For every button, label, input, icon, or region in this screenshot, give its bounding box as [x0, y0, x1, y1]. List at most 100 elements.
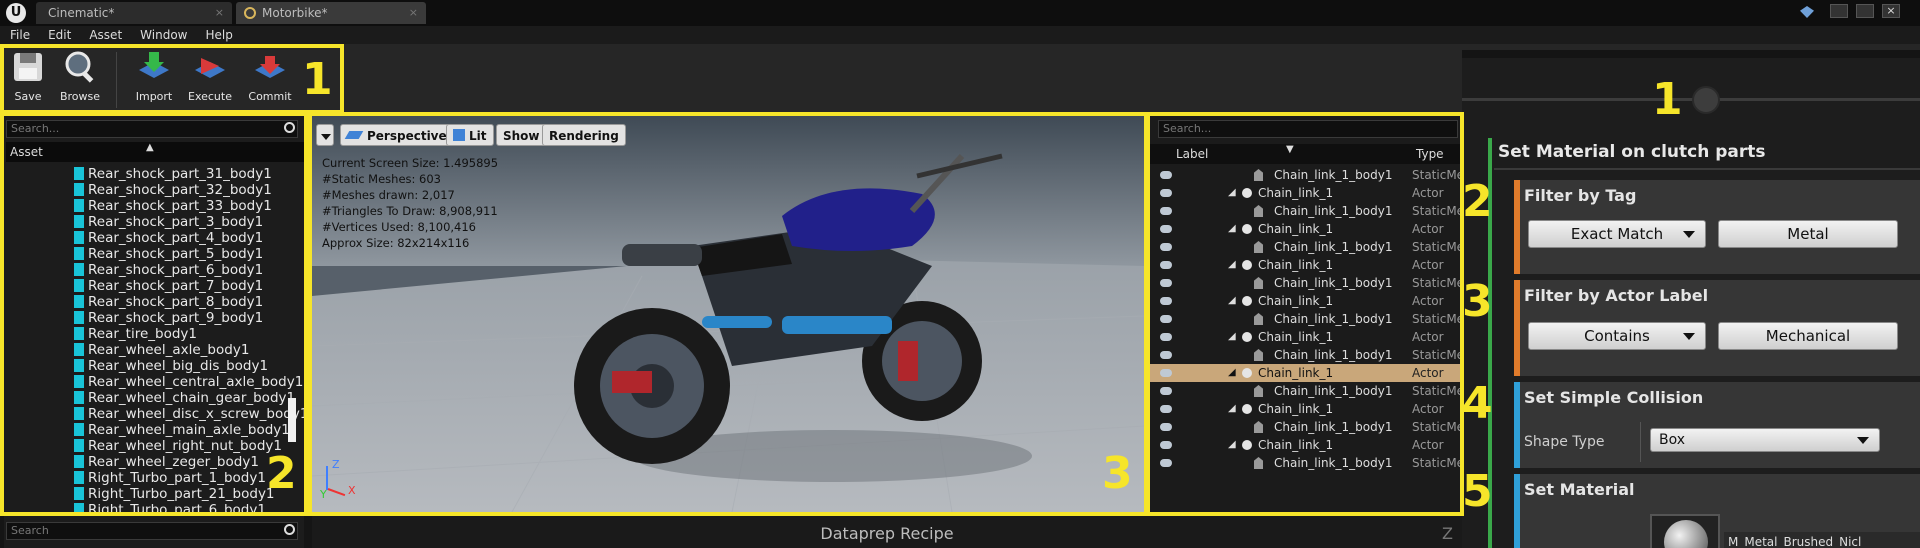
perspective-button[interactable]: Perspective: [340, 124, 454, 146]
save-button[interactable]: Save: [2, 50, 54, 110]
asset-list-item[interactable]: Rear_shock_part_32_body1: [74, 182, 272, 198]
visibility-eye-icon[interactable]: [1160, 189, 1172, 197]
outliner-row[interactable]: ◢ Chain_link_1 Actor: [1150, 220, 1460, 238]
recipe-timeline-knob[interactable]: [1692, 86, 1720, 114]
material-value-field[interactable]: M_Metal_Brushed_Nicl: [1724, 532, 1920, 548]
outliner-row[interactable]: Chain_link_1_body1 StaticMe: [1150, 166, 1460, 184]
tag-value-field[interactable]: Metal: [1718, 220, 1898, 248]
expand-arrow-icon[interactable]: ◢: [1228, 400, 1236, 418]
outliner-row[interactable]: Chain_link_1_body1 StaticMe: [1150, 238, 1460, 256]
scrollbar-thumb[interactable]: [288, 398, 296, 442]
outliner-row[interactable]: Chain_link_1_body1 StaticMe: [1150, 274, 1460, 292]
maximize-icon[interactable]: [1856, 4, 1874, 18]
shape-type-dropdown[interactable]: Box: [1650, 428, 1880, 452]
visibility-eye-icon[interactable]: [1160, 351, 1172, 359]
visibility-eye-icon[interactable]: [1160, 423, 1172, 431]
outliner-row[interactable]: Chain_link_1_body1 StaticMe: [1150, 454, 1460, 472]
asset-list-item[interactable]: Rear_shock_part_6_body1: [74, 262, 263, 278]
outliner-row[interactable]: ◢ Chain_link_1 Actor: [1150, 184, 1460, 202]
visibility-eye-icon[interactable]: [1160, 405, 1172, 413]
visibility-eye-icon[interactable]: [1160, 279, 1172, 287]
expand-arrow-icon[interactable]: ◢: [1228, 364, 1236, 382]
scene-search-input[interactable]: Search: [6, 522, 298, 540]
label-column-header[interactable]: Label: [1176, 144, 1208, 164]
show-button[interactable]: Show: [496, 124, 547, 146]
viewport-options-button[interactable]: [316, 124, 334, 146]
expand-arrow-icon[interactable]: ◢: [1228, 220, 1236, 238]
asset-list-item[interactable]: Rear_wheel_axle_body1: [74, 342, 249, 358]
outliner-row[interactable]: Chain_link_1_body1 StaticMe: [1150, 310, 1460, 328]
asset-list-item[interactable]: Right_Turbo_part_1_body1: [74, 470, 266, 486]
asset-list-item[interactable]: Rear_tire_body1: [74, 326, 197, 342]
expand-arrow-icon[interactable]: ◢: [1228, 328, 1236, 346]
visibility-eye-icon[interactable]: [1160, 207, 1172, 215]
browse-button[interactable]: Browse: [54, 50, 106, 110]
visibility-eye-icon[interactable]: [1160, 387, 1172, 395]
asset-list-item[interactable]: Rear_shock_part_33_body1: [74, 198, 272, 214]
menu-asset[interactable]: Asset: [89, 26, 122, 44]
visibility-eye-icon[interactable]: [1160, 261, 1172, 269]
outliner-row[interactable]: Chain_link_1_body1 StaticMe: [1150, 202, 1460, 220]
lit-button[interactable]: Lit: [446, 124, 494, 146]
window-close-icon[interactable]: ×: [1882, 4, 1900, 18]
commit-button[interactable]: Commit: [244, 50, 296, 110]
asset-list-item[interactable]: Rear_wheel_central_axle_body1: [74, 374, 303, 390]
label-value-field[interactable]: Mechanical: [1718, 322, 1898, 350]
visibility-eye-icon[interactable]: [1160, 459, 1172, 467]
import-button[interactable]: Import: [128, 50, 180, 110]
visibility-eye-icon[interactable]: [1160, 315, 1172, 323]
asset-list-item[interactable]: Rear_wheel_big_dis_body1: [74, 358, 268, 374]
minimize-icon[interactable]: [1830, 4, 1848, 18]
asset-list-item[interactable]: Rear_wheel_right_nut_body1: [74, 438, 282, 454]
outliner-search-input[interactable]: Search...: [1158, 120, 1458, 138]
tag-match-dropdown[interactable]: Exact Match: [1528, 220, 1706, 248]
visibility-eye-icon[interactable]: [1160, 333, 1172, 341]
asset-list-item[interactable]: Rear_wheel_zeger_body1: [74, 454, 259, 470]
outliner-row[interactable]: Chain_link_1_body1 StaticMe: [1150, 382, 1460, 400]
expand-arrow-icon[interactable]: ◢: [1228, 436, 1236, 454]
asset-column-header[interactable]: Asset ▲: [6, 142, 304, 162]
asset-list-item[interactable]: Rear_wheel_chain_gear_body1: [74, 390, 295, 406]
rendering-button[interactable]: Rendering: [542, 124, 626, 146]
outliner-row[interactable]: ◢ Chain_link_1 Actor: [1150, 436, 1460, 454]
tab-cinematic[interactable]: Cinematic* ×: [36, 2, 232, 24]
menu-file[interactable]: File: [10, 26, 30, 44]
expand-arrow-icon[interactable]: ◢: [1228, 292, 1236, 310]
material-thumbnail[interactable]: [1650, 514, 1720, 548]
outliner-row[interactable]: Chain_link_1_body1 StaticMe: [1150, 418, 1460, 436]
outliner-row[interactable]: Chain_link_1_body1 StaticMe: [1150, 346, 1460, 364]
asset-list-item[interactable]: Right_Turbo_part_21_body1: [74, 486, 275, 502]
outliner-row[interactable]: ◢ Chain_link_1 Actor: [1150, 328, 1460, 346]
expand-arrow-icon[interactable]: ◢: [1228, 256, 1236, 274]
menu-help[interactable]: Help: [205, 26, 232, 44]
asset-list-item[interactable]: Rear_wheel_main_axle_body1: [74, 422, 290, 438]
execute-button[interactable]: Execute: [184, 50, 236, 110]
label-match-dropdown[interactable]: Contains: [1528, 322, 1706, 350]
visibility-eye-icon[interactable]: [1160, 369, 1172, 377]
outliner-row[interactable]: ◢ Chain_link_1 Actor: [1150, 400, 1460, 418]
visibility-eye-icon[interactable]: [1160, 297, 1172, 305]
outliner-row[interactable]: ◢ Chain_link_1 Actor: [1150, 364, 1460, 382]
asset-list-item[interactable]: Rear_shock_part_9_body1: [74, 310, 263, 326]
expand-arrow-icon[interactable]: ◢: [1228, 184, 1236, 202]
menu-edit[interactable]: Edit: [48, 26, 71, 44]
unreal-logo-icon[interactable]: U: [6, 3, 26, 23]
asset-list-item[interactable]: Rear_shock_part_31_body1: [74, 166, 272, 182]
asset-list-item[interactable]: Rear_shock_part_5_body1: [74, 246, 263, 262]
visibility-eye-icon[interactable]: [1160, 243, 1172, 251]
tab-motorbike[interactable]: Motorbike* ×: [236, 2, 426, 24]
asset-list-item[interactable]: Rear_shock_part_4_body1: [74, 230, 263, 246]
outliner-row[interactable]: ◢ Chain_link_1 Actor: [1150, 256, 1460, 274]
asset-list-item[interactable]: Rear_shock_part_3_body1: [74, 214, 263, 230]
asset-list-item[interactable]: Rear_wheel_disc_x_screw_body1: [74, 406, 308, 422]
close-icon[interactable]: ×: [409, 2, 418, 24]
visibility-eye-icon[interactable]: [1160, 225, 1172, 233]
notification-icon[interactable]: [1800, 6, 1814, 18]
3d-viewport[interactable]: Perspective Lit Show Rendering Current S…: [312, 116, 1144, 512]
asset-list-item[interactable]: Rear_shock_part_8_body1: [74, 294, 263, 310]
visibility-eye-icon[interactable]: [1160, 171, 1172, 179]
outliner-row[interactable]: ◢ Chain_link_1 Actor: [1150, 292, 1460, 310]
menu-window[interactable]: Window: [140, 26, 187, 44]
visibility-eye-icon[interactable]: [1160, 441, 1172, 449]
asset-search-input[interactable]: Search...: [6, 120, 298, 138]
